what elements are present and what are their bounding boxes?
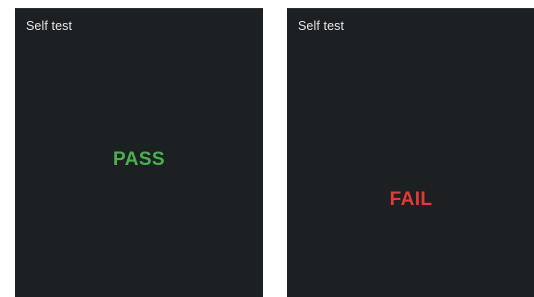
screen-title: Self test (26, 19, 73, 33)
fail-result-label: FAIL (389, 189, 433, 210)
screen-title: Self test (298, 19, 345, 33)
pass-result-label: PASS (113, 149, 165, 170)
self-test-pass-screen: Self test PASS (15, 8, 263, 297)
self-test-fail-screen: Self test FAIL (287, 8, 534, 297)
